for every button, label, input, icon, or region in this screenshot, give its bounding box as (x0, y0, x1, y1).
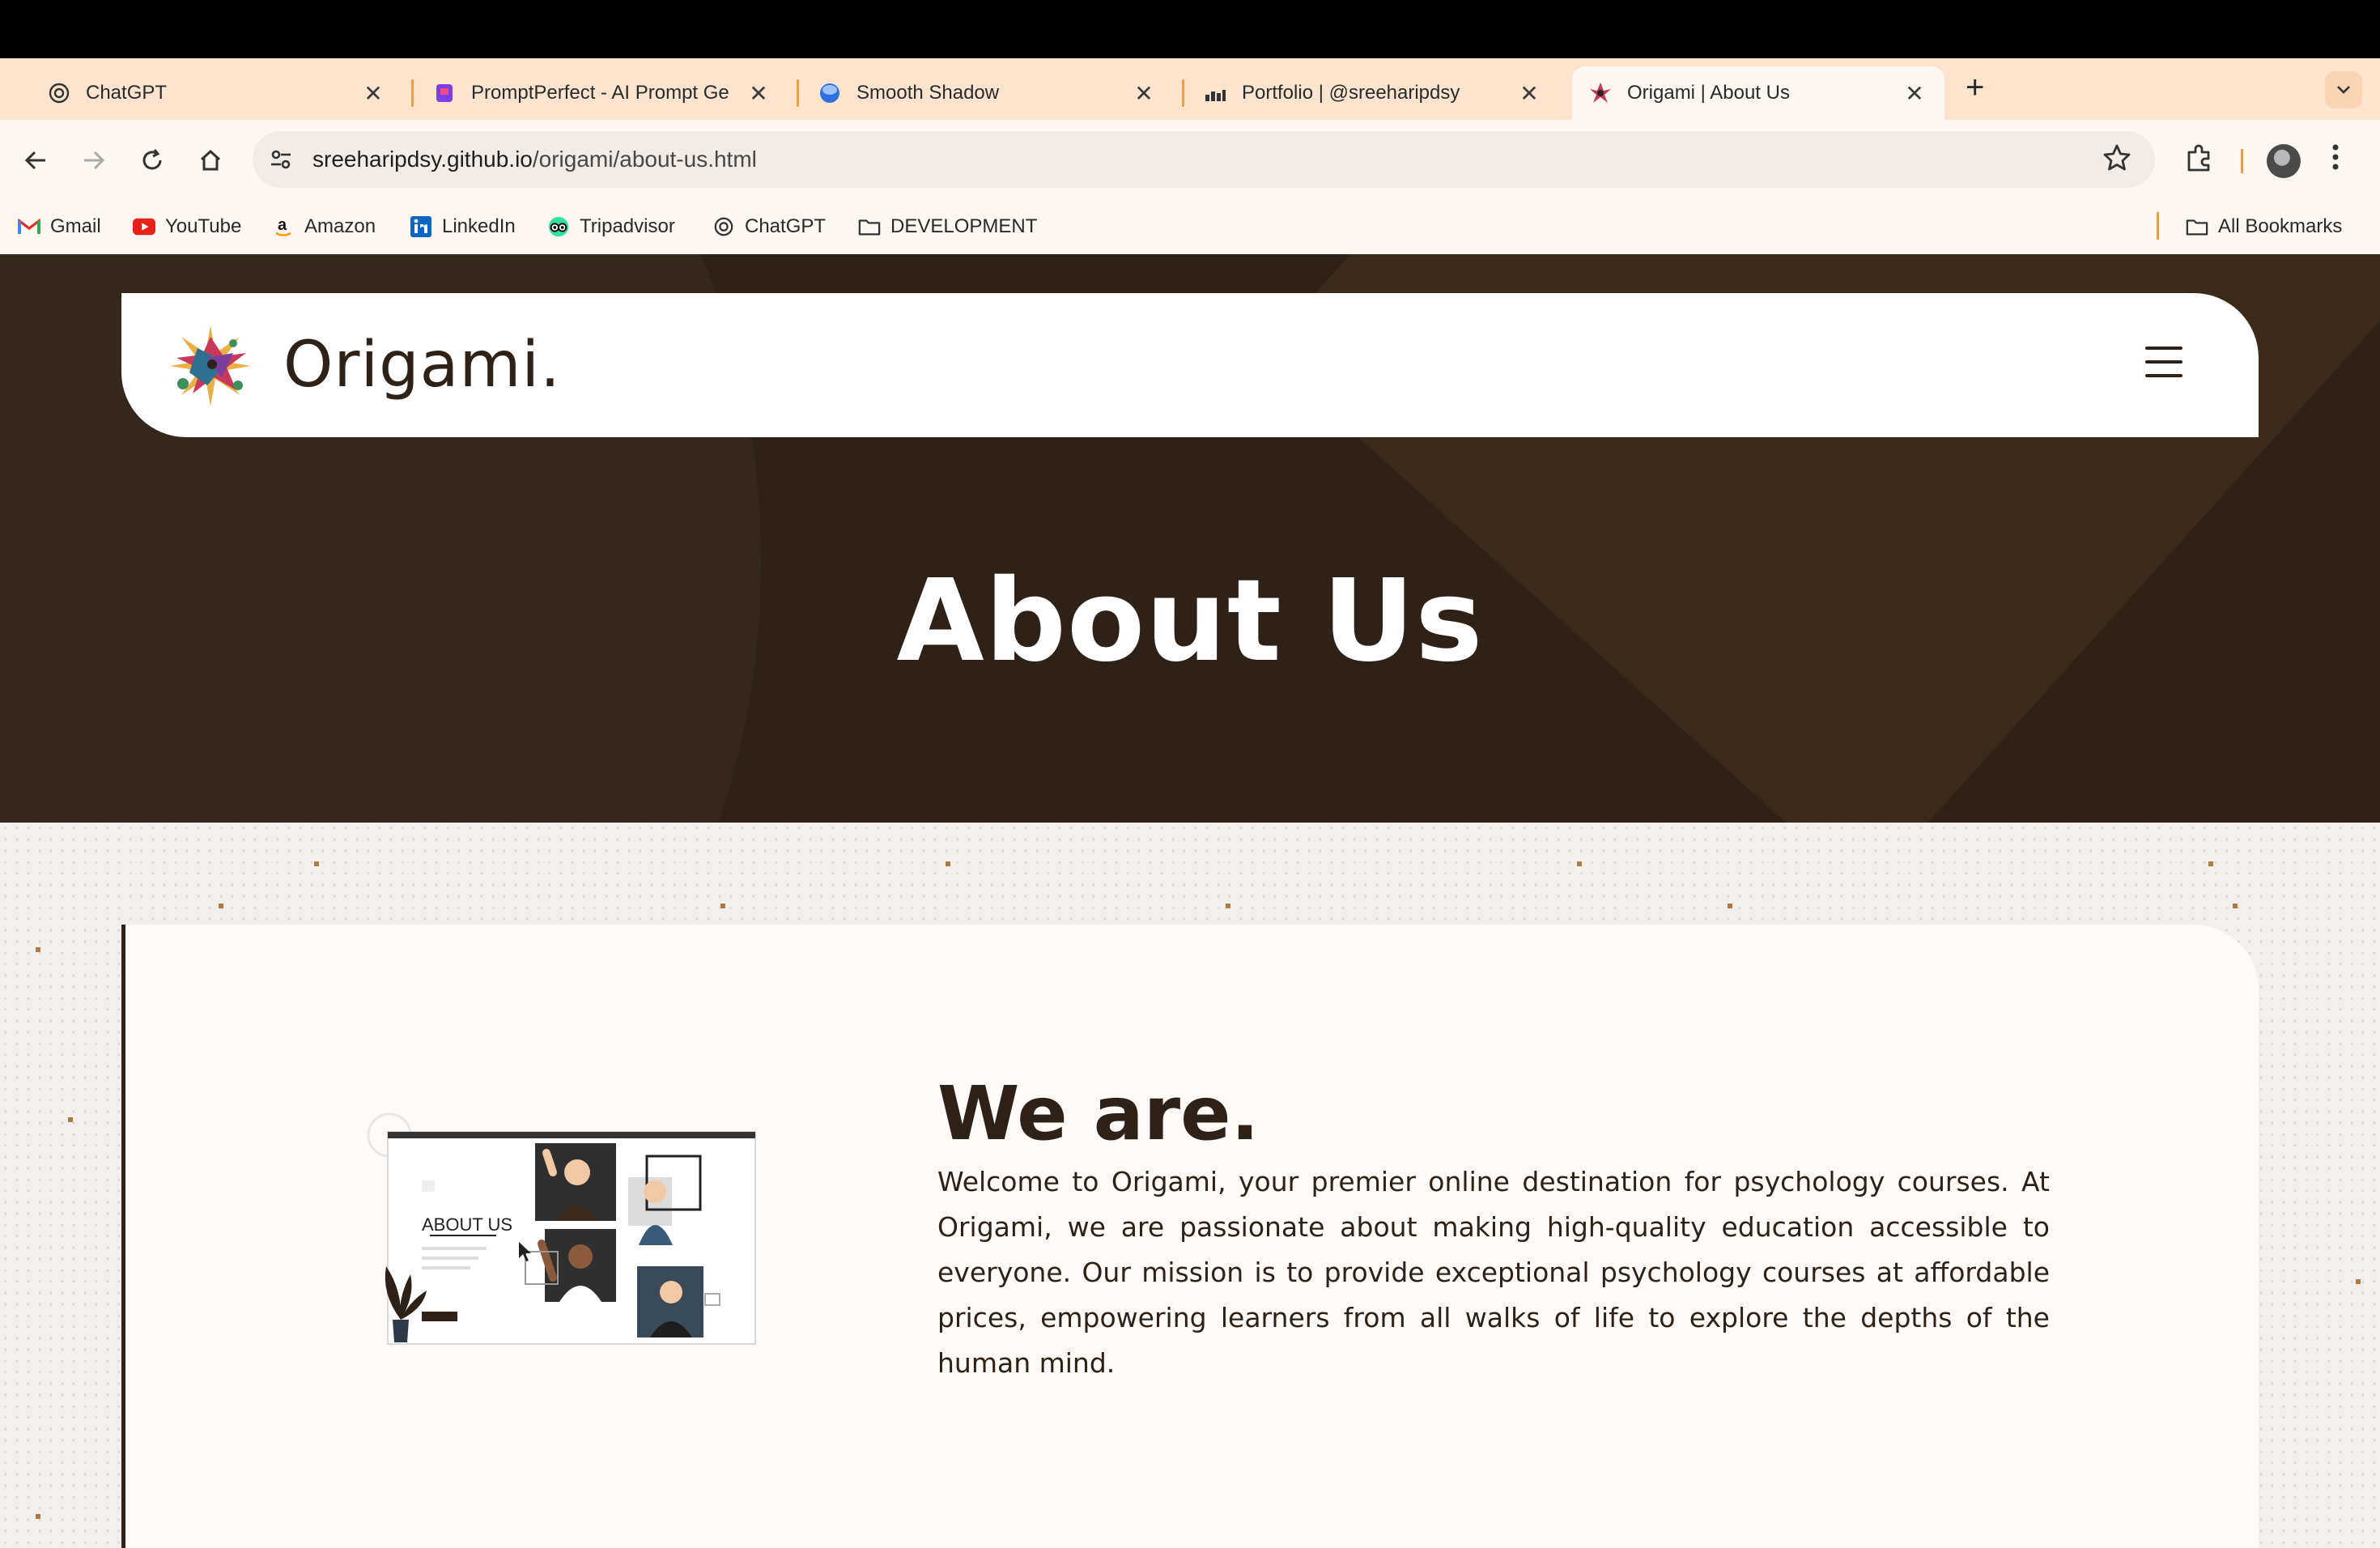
illustration-label: ABOUT US (422, 1214, 512, 1235)
close-tab-icon[interactable]: ✕ (1515, 80, 1543, 107)
decor-dot (1226, 904, 1230, 908)
decor-dot (2356, 1279, 2361, 1284)
decor-dot (68, 1117, 73, 1122)
page-title: About Us (896, 555, 1484, 687)
decor-dot (314, 861, 319, 866)
decor-dot (1577, 861, 1582, 866)
tab-separator (411, 79, 414, 107)
back-arrow-icon (24, 151, 45, 170)
new-tab-button[interactable]: + (1966, 71, 1984, 104)
bookmark-chatgpt[interactable]: ChatGPT (712, 212, 826, 241)
home-icon (200, 149, 221, 171)
forward-arrow-icon (84, 151, 105, 170)
amazon-icon: a (272, 215, 295, 238)
smooth-shadow-icon (818, 81, 842, 105)
bookmark-star-icon[interactable] (2102, 142, 2132, 173)
chevron-down-icon (2337, 86, 2350, 94)
back-button[interactable] (19, 144, 52, 176)
tab-separator (1182, 79, 1184, 107)
svg-text:a: a (278, 216, 287, 234)
browser-menu-button[interactable] (2331, 142, 2340, 179)
brand-name[interactable]: Origami. (283, 329, 561, 402)
tab-portfolio[interactable]: Portfolio | @sreeharipdsy ✕ (1187, 66, 1559, 120)
decor-dot (219, 904, 223, 908)
close-tab-icon[interactable]: ✕ (1130, 80, 1158, 107)
linkedin-icon (410, 215, 432, 238)
profile-avatar[interactable] (2267, 144, 2301, 178)
youtube-icon (133, 215, 155, 238)
bookmarks-bar: Gmail YouTube a Amazon LinkedIn Tripadvi… (0, 201, 2380, 254)
tab-origami-about-us[interactable]: Origami | About Us ✕ (1572, 66, 1944, 120)
decor-dot (2233, 904, 2238, 908)
folder-icon (858, 215, 881, 238)
reload-icon (142, 149, 162, 170)
address-bar[interactable]: sreeharipdsy.github.io/origami/about-us.… (253, 131, 2155, 188)
portfolio-icon (1203, 81, 1227, 105)
chatgpt-icon (47, 81, 71, 105)
promptperfect-icon (432, 81, 457, 105)
home-button[interactable] (194, 144, 227, 176)
section-heading: We are. (937, 1070, 1260, 1157)
site-header: Origami. (121, 293, 2259, 437)
close-tab-icon[interactable]: ✕ (359, 80, 387, 107)
close-tab-icon[interactable]: ✕ (745, 80, 772, 107)
extensions-icon[interactable] (2182, 142, 2215, 175)
toolbar: sreeharipdsy.github.io/origami/about-us.… (0, 120, 2380, 201)
bookmark-tripadvisor[interactable]: Tripadvisor (547, 212, 675, 241)
more-vertical-icon (2332, 144, 2339, 170)
about-paragraph: Welcome to Origami, your premier online … (937, 1166, 2050, 1379)
decor-dot (2208, 861, 2213, 866)
origami-icon (1588, 81, 1613, 105)
decor-dot (1728, 904, 1732, 908)
tab-smooth-shadow[interactable]: Smooth Shadow ✕ (801, 66, 1174, 120)
tab-search-button[interactable] (2325, 71, 2362, 108)
url-text[interactable]: sreeharipdsy.github.io/origami/about-us.… (312, 147, 757, 172)
close-tab-icon[interactable]: ✕ (1901, 80, 1928, 107)
reload-button[interactable] (136, 144, 168, 176)
tripadvisor-icon (547, 215, 570, 238)
bookmarks-separator (2157, 212, 2159, 240)
all-bookmarks-button[interactable]: All Bookmarks (2186, 212, 2342, 241)
about-section: ABOUT US We are. Welcome to Origami, you… (0, 823, 2380, 1548)
forward-button[interactable] (78, 144, 110, 176)
bookmark-gmail[interactable]: Gmail (18, 212, 101, 241)
chatgpt-icon (712, 215, 735, 238)
bookmark-youtube[interactable]: YouTube (133, 212, 241, 241)
about-card: ABOUT US We are. Welcome to Origami, you… (121, 925, 2259, 1548)
hero-section: Origami. About Us (0, 254, 2380, 823)
folder-icon (2186, 215, 2208, 238)
tab-chatgpt[interactable]: ChatGPT ✕ (31, 66, 403, 120)
window-top-bar (0, 0, 2380, 58)
decor-dot (36, 1514, 40, 1519)
bookmark-linkedin[interactable]: LinkedIn (410, 212, 516, 241)
site-settings-icon[interactable] (269, 147, 293, 172)
tab-strip: ChatGPT ✕ PromptPerfect - AI Prompt Ge ✕… (0, 58, 2380, 120)
bookmark-folder-development[interactable]: DEVELOPMENT (858, 212, 1037, 241)
decor-dot (946, 861, 950, 866)
bookmark-amazon[interactable]: a Amazon (272, 212, 376, 241)
menu-icon[interactable] (2145, 347, 2182, 382)
decor-dot (720, 904, 725, 908)
decor-dot (36, 947, 40, 952)
toolbar-separator (2241, 149, 2243, 173)
gmail-icon (18, 215, 40, 238)
tab-promptperfect[interactable]: PromptPerfect - AI Prompt Ge ✕ (416, 66, 788, 120)
about-us-illustration: ABOUT US (367, 1112, 756, 1345)
origami-logo[interactable] (165, 321, 256, 411)
tab-separator (797, 79, 799, 107)
